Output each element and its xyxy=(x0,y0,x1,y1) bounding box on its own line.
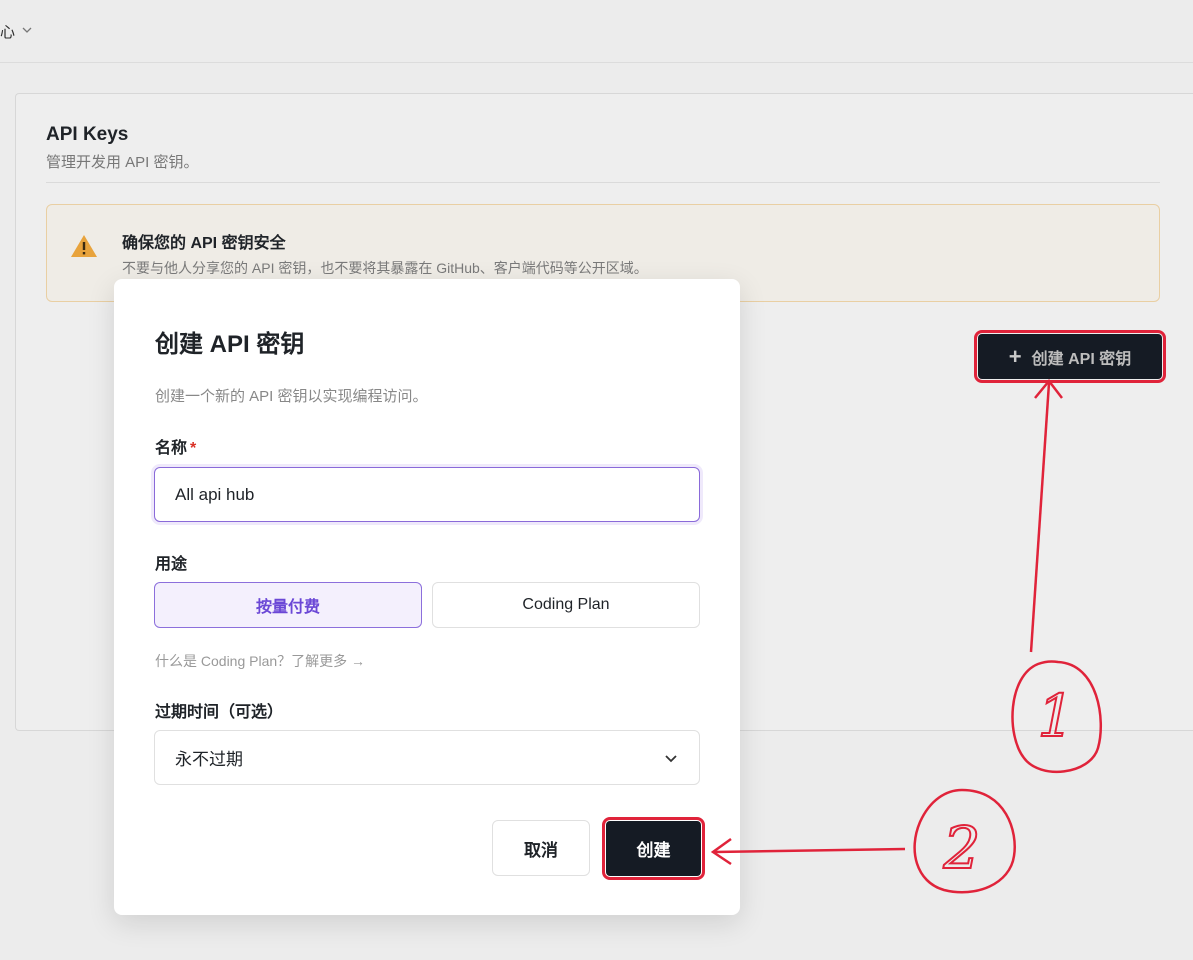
coding-plan-learn-more-link[interactable]: 什么是 Coding Plan？了解更多 → xyxy=(155,651,365,671)
cancel-button[interactable]: 取消 xyxy=(492,820,590,876)
plus-icon: + xyxy=(1008,343,1022,369)
chevron-down-icon xyxy=(663,750,679,766)
page-subtitle: 管理开发用 API 密钥。 xyxy=(46,154,199,171)
dialog-description: 创建一个新的 API 密钥以实现编程访问。 xyxy=(155,388,428,405)
create-api-key-button[interactable]: + 创建 API 密钥 xyxy=(974,330,1166,383)
marker-circle-2 xyxy=(913,788,1016,894)
usage-option-pay-as-you-go[interactable]: 按量付费 xyxy=(154,582,422,628)
create-api-key-dialog: 创建 API 密钥 创建一个新的 API 密钥以实现编程访问。 名称* 用途 按… xyxy=(114,279,740,915)
page-title: API Keys xyxy=(46,124,129,145)
required-mark: * xyxy=(190,440,197,457)
warning-description: 不要与他人分享您的 API 密钥，也不要将其暴露在 GitHub、客户端代码等公… xyxy=(122,260,648,276)
name-label-text: 名称 xyxy=(155,440,188,457)
nav-dropdown[interactable]: 心 xyxy=(0,21,33,42)
expiry-select-value: 永不过期 xyxy=(175,750,243,769)
warning-title: 确保您的 API 密钥安全 xyxy=(122,235,286,252)
arrow-line-2 xyxy=(713,847,906,854)
marker-2-label: 2 xyxy=(943,814,981,882)
top-bar: 心 xyxy=(0,0,1193,63)
expiry-label: 过期时间（可选） xyxy=(155,704,284,721)
usage-option-coding-plan[interactable]: Coding Plan xyxy=(432,582,700,628)
expiry-select[interactable]: 永不过期 xyxy=(154,730,700,785)
nav-dropdown-label: 心 xyxy=(0,24,16,41)
create-api-key-label: 创建 API 密钥 xyxy=(1031,350,1132,368)
create-button[interactable]: 创建 xyxy=(602,817,705,880)
name-label: 名称 * xyxy=(155,434,196,458)
usage-label: 用途 xyxy=(155,556,188,573)
warning-triangle-icon xyxy=(69,233,99,259)
dialog-title: 创建 API 密钥 xyxy=(155,331,305,358)
divider xyxy=(46,182,1160,183)
chevron-down-icon xyxy=(21,24,33,39)
name-input[interactable] xyxy=(154,467,700,522)
